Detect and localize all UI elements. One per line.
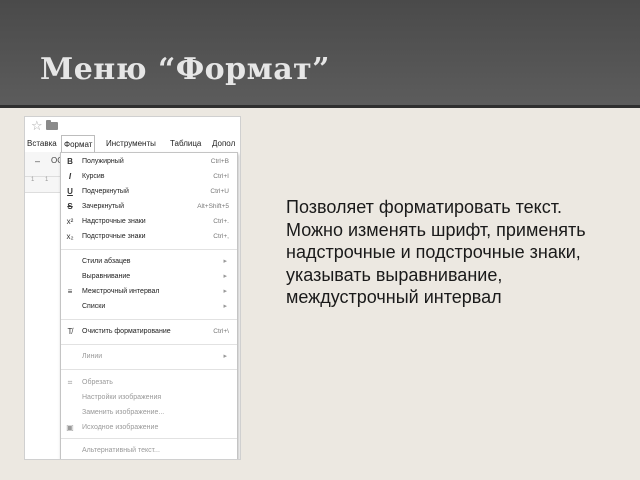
menu-item-clear-formatting[interactable]: T̸ Очистить форматирование Ctrl+\ — [61, 324, 237, 339]
menu-item-shortcut: Ctrl+B — [210, 158, 229, 165]
menu-format[interactable]: Формат — [61, 135, 96, 152]
menu-item-italic[interactable]: I Курсив Ctrl+I — [61, 169, 237, 184]
menu-separator — [61, 249, 237, 250]
subscript-icon: x₂ — [66, 232, 74, 241]
menu-item-shortcut: Ctrl+U — [210, 188, 229, 195]
menu-item-paragraph-styles[interactable]: Стили абзацев ▸ — [61, 254, 237, 269]
italic-icon: I — [68, 172, 72, 181]
menu-addons[interactable]: Допол — [210, 135, 237, 152]
menu-item-label: Альтернативный текст... — [82, 447, 160, 454]
crop-icon: ⌗ — [67, 378, 73, 387]
menu-separator — [61, 438, 237, 439]
superscript-icon: x² — [66, 217, 74, 226]
folder-icon[interactable] — [46, 120, 58, 130]
menu-item-label: Списки — [82, 303, 106, 310]
menu-separator — [61, 319, 237, 320]
menu-item-label: Исходное изображение — [82, 424, 159, 431]
menu-item-label: Надстрочные знаки — [82, 218, 146, 225]
menu-item-label: Линии — [82, 353, 103, 360]
strikethrough-icon: S — [67, 202, 73, 211]
bold-icon: B — [67, 157, 73, 166]
menu-item-label: Курсив — [82, 173, 105, 180]
menu-item-bold[interactable]: B Полужирный Ctrl+B — [61, 154, 237, 169]
format-menu-screenshot: ☆ Вставка Формат Инструменты Таблица Доп… — [24, 116, 241, 460]
menu-item-label: Обрезать — [82, 379, 113, 386]
menu-separator — [61, 369, 237, 370]
menu-item-image-options[interactable]: Настройки изображения — [61, 390, 237, 405]
slide-header: Меню “Формат” — [0, 0, 640, 108]
menu-item-align[interactable]: Выравнивание ▸ — [61, 269, 237, 284]
menu-item-shortcut: Ctrl+\ — [213, 328, 229, 335]
menu-item-label: Настройки изображения — [82, 394, 162, 401]
minus-icon[interactable]: – — [35, 156, 40, 166]
menu-item-label: Подстрочные знаки — [82, 233, 146, 240]
menu-item-strikethrough[interactable]: S Зачеркнутый Alt+Shift+5 — [61, 199, 237, 214]
ruler: 1 1 — [25, 176, 61, 185]
menu-table[interactable]: Таблица — [168, 135, 203, 152]
slide-title: Меню “Формат” — [40, 52, 331, 87]
clear-formatting-icon: T̸ — [67, 327, 73, 336]
menu-separator — [61, 344, 237, 345]
document-top-row: ☆ — [25, 117, 240, 135]
star-icon[interactable]: ☆ — [31, 118, 43, 134]
menu-item-superscript[interactable]: x² Надстрочные знаки Ctrl+. — [61, 214, 237, 229]
menu-tools[interactable]: Инструменты — [104, 135, 158, 152]
line-spacing-icon: ≡ — [67, 287, 73, 296]
menu-item-crop[interactable]: ⌗ Обрезать — [61, 375, 237, 390]
menu-item-alt-text[interactable]: Альтернативный текст... — [61, 443, 237, 458]
menu-item-label: Очистить форматирование — [82, 328, 171, 335]
menu-item-shortcut: Ctrl+, — [213, 233, 229, 240]
menu-item-shortcut: Alt+Shift+5 — [197, 203, 229, 210]
image-icon: ▣ — [66, 423, 74, 432]
menu-item-shortcut: Ctrl+. — [213, 218, 229, 225]
chevron-right-icon: ▸ — [223, 303, 227, 310]
ruler-mark: 1 — [45, 177, 49, 183]
format-dropdown-menu: B Полужирный Ctrl+B I Курсив Ctrl+I U По… — [60, 152, 238, 459]
menu-item-label: Стили абзацев — [82, 258, 131, 265]
slide-description: Позволяет форматировать текст. Можно изм… — [286, 197, 586, 307]
chevron-right-icon: ▸ — [223, 273, 227, 280]
menu-item-label: Подчеркнутый — [82, 188, 129, 195]
ruler-mark: 1 — [31, 177, 35, 183]
menu-item-label: Заменить изображение... — [82, 409, 165, 416]
menu-item-subscript[interactable]: x₂ Подстрочные знаки Ctrl+, — [61, 229, 237, 244]
menu-item-lists[interactable]: Списки ▸ — [61, 299, 237, 314]
menu-item-label: Полужирный — [82, 158, 124, 165]
menu-item-label: Межстрочный интервал — [82, 288, 160, 295]
menu-item-reset-image[interactable]: ▣ Исходное изображение — [61, 420, 237, 435]
toolbar: – ОС 1 1 — [25, 152, 63, 193]
menu-item-label: Выравнивание — [82, 273, 131, 280]
menu-item-line-spacing[interactable]: ≡ Межстрочный интервал ▸ — [61, 284, 237, 299]
chevron-right-icon: ▸ — [223, 258, 227, 265]
menubar: Вставка Формат Инструменты Таблица Допол — [25, 135, 240, 152]
menu-item-shortcut: Ctrl+I — [213, 173, 229, 180]
menu-item-label: Зачеркнутый — [82, 203, 124, 210]
chevron-right-icon: ▸ — [223, 353, 227, 360]
menu-item-lines[interactable]: Линии ▸ — [61, 349, 237, 364]
menu-item-replace-image[interactable]: Заменить изображение... — [61, 405, 237, 420]
menu-insert[interactable]: Вставка — [25, 135, 59, 152]
chevron-right-icon: ▸ — [223, 288, 227, 295]
underline-icon: U — [67, 187, 73, 196]
menu-item-underline[interactable]: U Подчеркнутый Ctrl+U — [61, 184, 237, 199]
